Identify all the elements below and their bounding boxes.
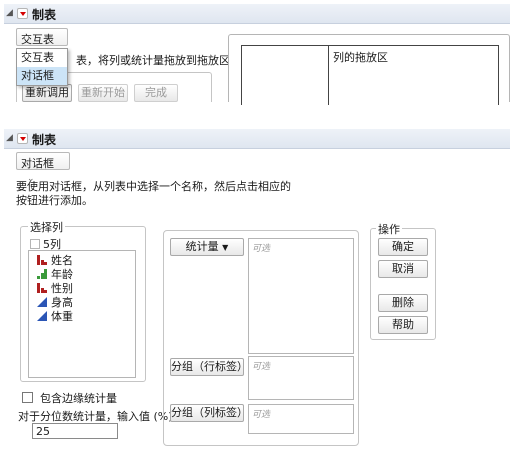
continuous-icon (37, 311, 47, 321)
select-columns-label: 选择列 (28, 219, 65, 235)
list-item-label: 年龄 (51, 268, 73, 281)
list-item[interactable]: 姓名 (37, 254, 73, 268)
help-button[interactable]: 帮助 (378, 316, 428, 334)
done-button[interactable]: 完成 (134, 84, 178, 102)
collapse-triangle-icon[interactable]: ◢ (6, 133, 13, 143)
col-drop-zone-label: 列的拖放区 (333, 51, 388, 64)
top-panel-header: ◢ 制表 (4, 4, 510, 24)
group-rows-optional-hint: 可选 (252, 362, 271, 372)
list-item[interactable]: 年龄 (37, 268, 73, 282)
statistics-button[interactable]: 统计量 ▼ (170, 238, 244, 256)
collapse-triangle-icon[interactable]: ◢ (6, 8, 13, 18)
dialog-instruction-line2: 按钮进行添加。 (16, 194, 93, 207)
instruction-text: 表，将列或统计量拖放到拖放区中。 (76, 54, 252, 67)
list-item[interactable]: 体重 (37, 310, 73, 324)
caret-down-icon: ▼ (222, 243, 229, 252)
red-triangle-menu-icon[interactable] (17, 8, 28, 19)
recall-button[interactable]: 重新调用 (22, 84, 72, 102)
statistics-optional-hint: 可选 (252, 244, 271, 254)
statistics-button-label: 统计量 (185, 240, 219, 253)
dialog-mode-value: 对话框 (21, 157, 54, 170)
statistics-drop-box[interactable]: 可选 (248, 238, 354, 354)
ok-button[interactable]: 确定 (378, 238, 428, 256)
red-triangle-menu-icon[interactable] (30, 239, 40, 249)
list-item-label: 姓名 (51, 254, 73, 267)
mode-combo-value: 交互表 (21, 33, 54, 46)
actions-label: 操作 (376, 221, 402, 237)
table-drop-area: 列的拖放区 (228, 34, 510, 105)
list-item-label: 性别 (51, 282, 73, 295)
group-rows-button[interactable]: 分组（行标签） (170, 358, 248, 376)
remove-button[interactable]: 删除 (378, 294, 428, 312)
menu-item-dialog[interactable]: 对话框 (17, 67, 67, 85)
nominal-icon (37, 283, 47, 293)
nominal-icon (37, 255, 47, 265)
row-drop-cell[interactable] (241, 45, 329, 105)
mode-combo[interactable]: 交互表⌄ (16, 28, 68, 60)
top-panel-title: 制表 (32, 8, 57, 22)
include-margin-checkbox[interactable] (22, 392, 33, 403)
dialog-panel-title: 制表 (32, 133, 57, 147)
quantile-input[interactable]: 25 (32, 423, 118, 439)
list-item-label: 身高 (51, 296, 73, 309)
list-item[interactable]: 身高 (37, 296, 73, 310)
col-drop-zone[interactable]: 列的拖放区 (329, 45, 499, 105)
dialog-mode-combo[interactable]: 对话框⌄ (16, 152, 70, 184)
continuous-icon (37, 297, 47, 307)
group-cols-optional-hint: 可选 (252, 410, 271, 420)
menu-item-crosstab[interactable]: 交互表 (17, 49, 67, 67)
list-item[interactable]: 性别 (37, 282, 73, 296)
mode-dropdown-menu: 交互表 对话框 (16, 48, 68, 86)
red-triangle-menu-icon[interactable] (17, 133, 28, 144)
group-rows-drop-box[interactable]: 可选 (248, 356, 354, 400)
column-list[interactable]: 姓名 年龄 性别 身高 体重 (28, 250, 136, 378)
ordinal-icon (37, 269, 47, 279)
group-cols-drop-box[interactable]: 可选 (248, 404, 354, 434)
cancel-button[interactable]: 取消 (378, 260, 428, 278)
include-margin-label: 包含边缘统计量 (40, 392, 117, 405)
dialog-panel-header: ◢ 制表 (4, 129, 510, 149)
group-cols-button[interactable]: 分组（列标签） (170, 404, 248, 422)
restart-button[interactable]: 重新开始 (78, 84, 128, 102)
quantile-label: 对于分位数统计量，输入值 (%) (18, 410, 173, 423)
list-item-label: 体重 (51, 310, 73, 323)
